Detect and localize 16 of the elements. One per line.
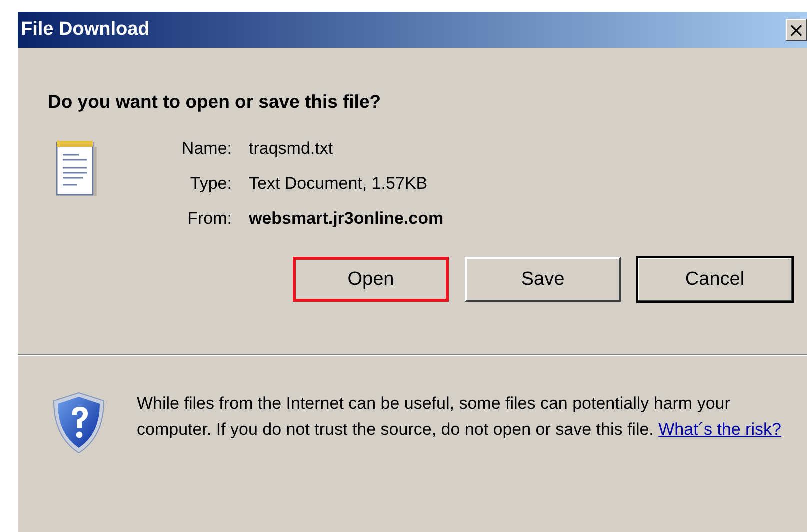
field-label: From: — [186, 209, 232, 229]
field-label: Type: — [189, 174, 232, 194]
field-value: Text Document, 1.57KB — [249, 174, 429, 194]
shield-question-icon — [52, 391, 106, 455]
window-title: File Download — [21, 19, 151, 41]
field-value: traqsmd.txt — [249, 139, 334, 159]
notepad-icon — [54, 139, 100, 199]
warning-text: While files from the Internet can be useful, some files can potentially harm your computer. If you do not trust the source, do not open or save this file. What´s the risk? — [137, 393, 782, 440]
field-value: websmart.jr3online.com — [249, 209, 444, 229]
close-button[interactable]: × — [786, 19, 807, 41]
dialog-button[interactable]: Cancel — [637, 257, 793, 302]
dialog-button[interactable]: Save — [465, 257, 621, 302]
risk-link[interactable]: What´s the risk? — [658, 420, 782, 438]
dialog-button[interactable]: Open — [293, 257, 449, 302]
field-label: Name: — [180, 139, 232, 159]
question-heading: Do you want to open or save this file? — [47, 90, 382, 113]
